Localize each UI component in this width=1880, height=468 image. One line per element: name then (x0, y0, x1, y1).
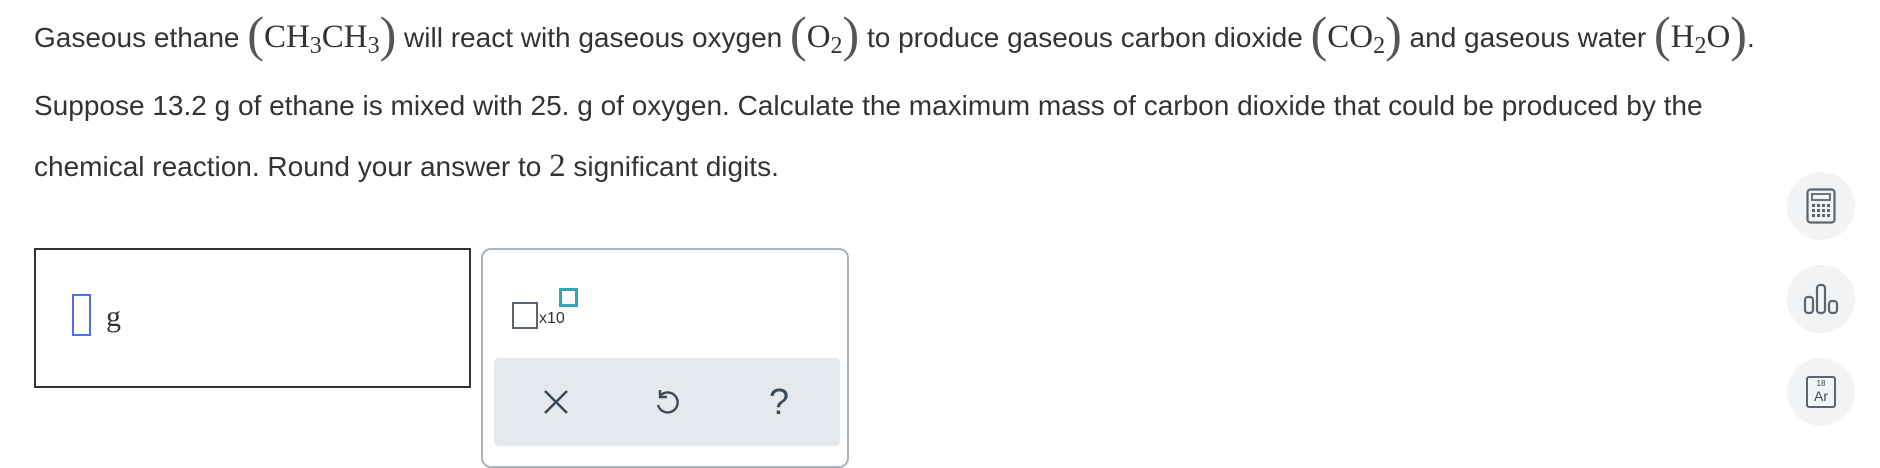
x10-label: x10 (539, 310, 565, 327)
action-bar: ? (494, 358, 840, 446)
question-text-part: will react with gaseous oxygen (396, 22, 791, 53)
help-icon: ? (768, 381, 790, 422)
formula-carbon-dioxide: CO2 (1327, 19, 1386, 59)
answer-unit: g (106, 300, 121, 333)
bar-chart-icon (1803, 283, 1839, 315)
scientific-notation-button[interactable]: x10 (512, 288, 592, 338)
formula-water: H2O (1670, 19, 1731, 59)
undo-icon (656, 390, 679, 414)
math-tool-panel: x10 ? (481, 248, 849, 468)
sig-figs-number: 2 (549, 148, 566, 184)
close-icon (544, 390, 568, 414)
undo-button[interactable] (641, 376, 693, 428)
question-text: Gaseous ethane (CH3CH3) will react with … (34, 6, 1755, 184)
data-button[interactable] (1787, 265, 1855, 333)
formula-ethane: CH3CH3 (263, 19, 380, 59)
question-text-part: and gaseous water (1401, 22, 1654, 53)
question-text-part: significant digits. (565, 151, 779, 182)
question-text-part: Gaseous ethane (34, 22, 248, 53)
periodic-table-icon: 18 Ar (1806, 376, 1836, 408)
element-number: 18 (1816, 379, 1826, 388)
mantissa-box-icon (512, 302, 538, 329)
calculator-icon (1806, 188, 1836, 224)
answer-input[interactable] (72, 294, 91, 336)
formula-oxygen: O2 (806, 19, 843, 59)
help-button[interactable]: ? (753, 376, 805, 428)
exponent-box-icon (559, 288, 578, 307)
periodic-table-button[interactable]: 18 Ar (1787, 358, 1855, 426)
question-text-part: to produce gaseous carbon dioxide (859, 22, 1311, 53)
formula-paren: ( (247, 6, 264, 62)
calculator-button[interactable] (1787, 172, 1855, 240)
clear-button[interactable] (530, 376, 582, 428)
answer-box: g (34, 248, 471, 388)
element-symbol: Ar (1814, 388, 1828, 404)
